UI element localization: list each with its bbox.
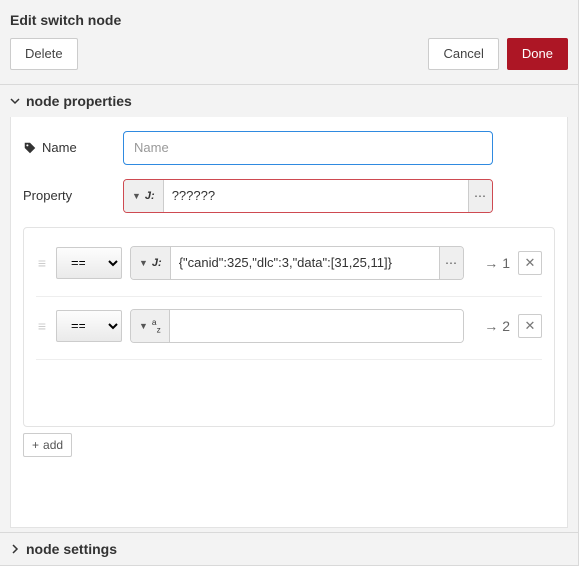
action-button-row: Delete Cancel Done [0, 38, 578, 84]
drag-handle-icon[interactable]: ≡ [36, 255, 48, 271]
remove-rule-button[interactable]: ✕ [518, 314, 542, 338]
panel-title: Edit switch node [0, 0, 578, 38]
property-type-button[interactable]: ▼ J: [124, 180, 164, 212]
edit-panel: Edit switch node Delete Cancel Done node… [0, 0, 579, 566]
rule-row: ≡ == ▼ J: ⋯ → 1 [36, 246, 542, 297]
rule-value-field[interactable] [171, 247, 439, 279]
section-title-properties: node properties [26, 93, 132, 109]
operator-select[interactable]: == [56, 310, 122, 342]
close-icon: ✕ [525, 318, 536, 334]
caret-down-icon: ▼ [139, 258, 148, 268]
property-label: Property [23, 188, 72, 203]
cancel-button[interactable]: Cancel [428, 38, 498, 70]
output-indicator: → 1 [472, 255, 510, 271]
tag-icon [23, 141, 37, 155]
property-type-label: J: [145, 190, 155, 202]
property-row: Property ▼ J: ⋯ [23, 179, 555, 213]
output-number: 1 [502, 255, 510, 271]
output-number: 2 [502, 318, 510, 334]
rule-value-input: ▼ J: ⋯ [130, 246, 464, 280]
arrow-right-icon: → [484, 318, 498, 334]
name-input[interactable] [123, 131, 493, 165]
delete-button[interactable]: Delete [10, 38, 78, 70]
output-indicator: → 2 [472, 318, 510, 334]
rule-type-label: J: [152, 257, 162, 269]
rule-value-field[interactable] [170, 310, 463, 342]
section-header-properties[interactable]: node properties [0, 84, 578, 117]
rule-row: ≡ == ▼ az → 2 [36, 309, 542, 360]
plus-icon: + [32, 438, 39, 452]
rule-type-button[interactable]: ▼ J: [131, 247, 171, 279]
chevron-down-icon [10, 93, 20, 109]
remove-rule-button[interactable]: ✕ [518, 251, 542, 275]
property-expand-button[interactable]: ⋯ [468, 180, 492, 212]
spacer [86, 38, 421, 70]
name-label-wrap: Name [23, 140, 123, 155]
name-row: Name [23, 131, 555, 165]
section-header-settings[interactable]: node settings [0, 532, 578, 566]
caret-down-icon: ▼ [139, 321, 148, 331]
rule-value-input: ▼ az [130, 309, 464, 343]
name-label: Name [42, 140, 77, 155]
section-title-settings: node settings [26, 541, 117, 557]
rule-type-label: az [152, 317, 161, 334]
operator-select[interactable]: == [56, 247, 122, 279]
add-rule-button[interactable]: + add [23, 433, 72, 457]
drag-handle-icon[interactable]: ≡ [36, 318, 48, 334]
property-value-field[interactable] [164, 180, 468, 212]
property-label-wrap: Property [23, 188, 123, 203]
property-input: ▼ J: ⋯ [123, 179, 493, 213]
chevron-right-icon [10, 541, 20, 557]
add-label: add [43, 438, 63, 452]
ellipsis-icon: ⋯ [474, 189, 487, 203]
rule-type-button[interactable]: ▼ az [131, 310, 170, 342]
ellipsis-icon: ⋯ [445, 256, 458, 270]
arrow-right-icon: → [484, 255, 498, 271]
caret-down-icon: ▼ [132, 191, 141, 201]
properties-body: Name Property ▼ J: ⋯ ≡ [10, 117, 568, 528]
rule-expand-button[interactable]: ⋯ [439, 247, 463, 279]
done-button[interactable]: Done [507, 38, 568, 70]
rule-list: ≡ == ▼ J: ⋯ → 1 [23, 227, 555, 427]
close-icon: ✕ [525, 255, 536, 271]
